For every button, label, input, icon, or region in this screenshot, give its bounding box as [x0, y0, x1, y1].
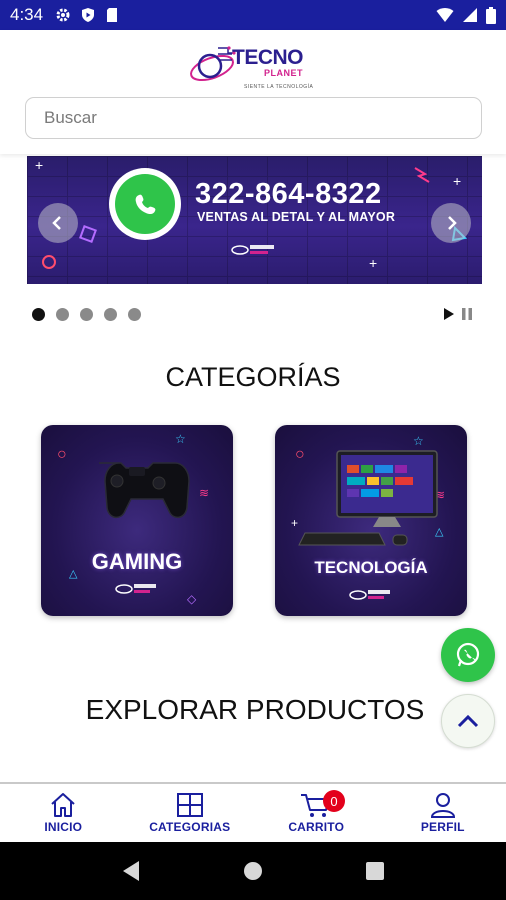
- status-icons: [55, 7, 119, 23]
- cart-badge: 0: [323, 790, 345, 812]
- svg-text:+: +: [35, 157, 43, 173]
- carousel-dot[interactable]: [32, 308, 45, 321]
- recents-icon[interactable]: [365, 861, 385, 881]
- nav-label-carrito: CARRITO: [288, 820, 345, 834]
- nav-item-inicio[interactable]: INICIO: [0, 784, 127, 842]
- carousel-dot[interactable]: [128, 308, 141, 321]
- svg-text:+: +: [369, 255, 377, 271]
- explore-products-title: EXPLORAR PRODUCTOS: [85, 694, 425, 725]
- system-navigation-bar: [0, 842, 506, 900]
- app-screen: 4:34 TECNO PLANET SIENTE LA TECNOLOGÍA B…: [0, 0, 506, 900]
- category-mini-logo: [115, 584, 156, 594]
- nav-item-carrito[interactable]: 0 CARRITO: [253, 784, 380, 842]
- status-right: [436, 6, 496, 24]
- categories-title: CATEGORÍAS: [165, 362, 341, 392]
- category-card-tecnologia[interactable]: ○ ☆ ≋ + △ TECNOLOGÍA: [275, 425, 467, 616]
- user-icon: [430, 793, 455, 818]
- banner-subtitle: VENTAS AL DETAL Y AL MAYOR: [197, 210, 396, 224]
- carousel-dot[interactable]: [56, 308, 69, 321]
- home-icon: [51, 793, 75, 817]
- svg-text:☆: ☆: [175, 432, 186, 446]
- svg-text:+: +: [453, 173, 461, 189]
- whatsapp-logo-icon: [109, 168, 181, 240]
- wifi-icon: [436, 8, 454, 22]
- carousel-next-button[interactable]: [431, 203, 471, 243]
- carousel-dot[interactable]: [80, 308, 93, 321]
- banner-phone-number: 322-864-8322: [195, 178, 382, 210]
- bottom-navigation: INICIO CATEGORIAS 0 CARRITO PERFIL: [0, 782, 506, 842]
- svg-text:≋: ≋: [199, 486, 209, 500]
- chevron-left-icon: [52, 216, 61, 230]
- category-label-tecnologia: TECNOLOGÍA: [314, 558, 428, 577]
- shield-play-icon: [82, 8, 95, 22]
- chevron-up-icon: [457, 714, 479, 728]
- gear-icon: [56, 8, 70, 22]
- svg-text:☆: ☆: [413, 434, 424, 448]
- svg-text:○: ○: [295, 446, 305, 463]
- svg-text:+: +: [291, 516, 298, 530]
- sd-card-icon: [107, 8, 118, 22]
- carousel-play-controls: [443, 307, 473, 321]
- svg-text:△: △: [435, 526, 444, 538]
- nav-item-perfil[interactable]: PERFIL: [380, 784, 506, 842]
- promo-banner-carousel[interactable]: + + + 322-864-8322 VENTAS AL DETAL Y AL …: [27, 156, 482, 284]
- logo-name-line2: PLANET: [264, 68, 303, 78]
- whatsapp-icon: [456, 642, 480, 667]
- carousel-prev-button[interactable]: [38, 203, 78, 243]
- logo-name-line1: TECNO: [232, 46, 304, 69]
- chevron-right-icon: [448, 216, 457, 230]
- nav-item-categorias[interactable]: CATEGORIAS: [127, 784, 254, 842]
- status-time: 4:34: [10, 5, 44, 24]
- status-bar: 4:34: [0, 0, 506, 30]
- whatsapp-floating-button[interactable]: [441, 628, 495, 682]
- svg-text:◇: ◇: [187, 592, 197, 606]
- app-header: TECNO PLANET SIENTE LA TECNOLOGÍA: [0, 30, 506, 154]
- grid-icon: [176, 793, 203, 817]
- tecno-planet-logo[interactable]: TECNO PLANET SIENTE LA TECNOLOGÍA: [188, 40, 320, 94]
- category-card-gaming[interactable]: ○ ☆ ≋ ◇ △ GAMING: [41, 425, 233, 616]
- play-icon[interactable]: [443, 307, 455, 321]
- svg-text:○: ○: [57, 446, 67, 463]
- carousel-indicators: [32, 308, 141, 321]
- banner-mini-logo: [231, 245, 274, 255]
- nav-label-perfil: PERFIL: [420, 820, 465, 834]
- pause-icon[interactable]: [461, 307, 473, 321]
- back-icon[interactable]: [121, 860, 141, 882]
- battery-icon: [486, 6, 496, 24]
- signal-icon: [463, 8, 477, 22]
- logo-tagline: SIENTE LA TECNOLOGÍA: [244, 84, 314, 90]
- scroll-top-button[interactable]: [441, 694, 495, 748]
- home-circle-icon[interactable]: [242, 860, 264, 882]
- carousel-dot[interactable]: [104, 308, 117, 321]
- category-label-gaming: GAMING: [91, 549, 183, 574]
- search-bar[interactable]: [25, 97, 482, 139]
- category-mini-logo: [349, 590, 390, 600]
- nav-label-categorias: CATEGORIAS: [149, 820, 231, 834]
- search-input[interactable]: [44, 108, 463, 128]
- nav-label-inicio: INICIO: [44, 820, 83, 834]
